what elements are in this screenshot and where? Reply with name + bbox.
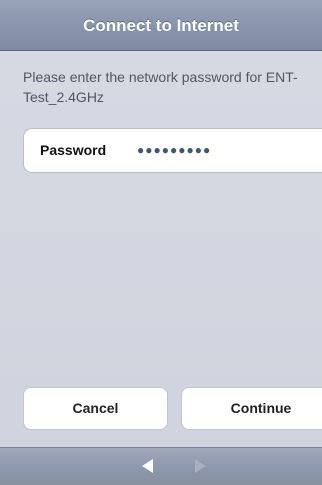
bottom-toolbar — [0, 447, 322, 485]
password-field[interactable]: Password ●●●●●●●●● — [23, 128, 322, 173]
left-arrow-icon — [142, 459, 153, 473]
back-button[interactable] — [138, 456, 158, 476]
password-prompt: Please enter the network password for EN… — [23, 69, 298, 105]
page-title: Connect to Internet — [83, 16, 239, 35]
title-bar: Connect to Internet — [0, 0, 322, 51]
cancel-button[interactable]: Cancel — [23, 387, 168, 430]
continue-button[interactable]: Continue — [181, 387, 322, 430]
password-label: Password — [40, 142, 107, 158]
forward-button[interactable] — [190, 456, 210, 476]
password-input[interactable]: ●●●●●●●●● — [137, 129, 211, 172]
right-arrow-icon — [195, 459, 206, 473]
connect-screen: Connect to Internet Please enter the net… — [0, 0, 322, 485]
